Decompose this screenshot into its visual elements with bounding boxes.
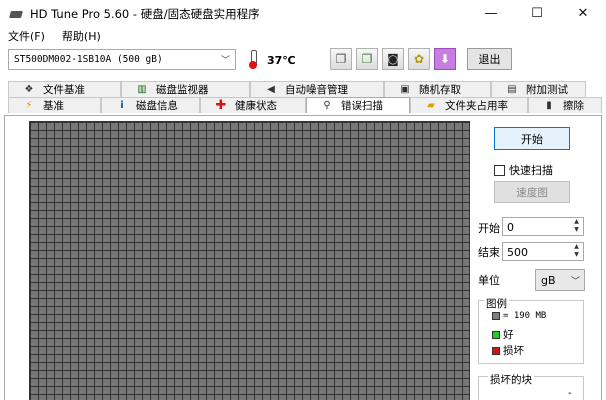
- tab-label: 错误扫描: [341, 100, 383, 112]
- tab-label: 磁盘监视器: [156, 84, 209, 96]
- unit-select[interactable]: gB ﹀: [535, 269, 585, 291]
- lightning-icon: ⚡: [25, 100, 33, 111]
- save-button[interactable]: ⬇: [434, 48, 456, 70]
- tab-disk-monitor[interactable]: ▥ 磁盘监视器: [121, 81, 250, 97]
- minimize-button[interactable]: —: [468, 0, 514, 27]
- trash-icon: ▮: [546, 100, 552, 111]
- legend-damaged-text: 损坏: [503, 345, 524, 357]
- menu-file[interactable]: 文件(F): [8, 28, 45, 44]
- end-field-value: 500: [507, 246, 528, 259]
- maximize-button[interactable]: ☐: [514, 0, 560, 27]
- title-bar: HD Tune Pro 5.60 - 硬盘/固态硬盘实用程序 — ☐ ✕: [0, 0, 606, 27]
- legend-block-size-text: = 190 MB: [503, 311, 547, 321]
- options-button[interactable]: ✿: [408, 48, 430, 70]
- extra-tests-icon: ▤: [507, 84, 517, 95]
- speaker-icon: ◀: [267, 84, 275, 95]
- tab-folder-usage[interactable]: ▰ 文件夹占用率: [410, 97, 528, 113]
- temperature-readout: 37℃: [267, 54, 296, 67]
- spin-arrows-icon[interactable]: ▲ ▼: [572, 218, 581, 235]
- tab-aam[interactable]: ◀ 自动噪音管理: [250, 81, 384, 97]
- tab-erase[interactable]: ▮ 擦除: [528, 97, 602, 113]
- quick-scan-label: 快速扫描: [509, 164, 553, 177]
- start-button[interactable]: 开始: [494, 127, 570, 150]
- end-field[interactable]: 500 ▲ ▼: [502, 242, 584, 261]
- arrow-down-icon: ⬇: [439, 52, 451, 66]
- tab-label: 磁盘信息: [136, 100, 178, 112]
- spin-arrows-icon[interactable]: ▲ ▼: [572, 243, 581, 260]
- red-swatch: [492, 346, 500, 355]
- hdtune-app-icon: [8, 6, 24, 22]
- tab-label: 擦除: [563, 100, 584, 112]
- tab-label: 随机存取: [419, 84, 461, 96]
- exit-button[interactable]: 退出: [467, 48, 512, 70]
- random-access-icon: ▣: [400, 84, 410, 95]
- drive-select-value: ST500DM002-1SB10A (500 gB): [14, 54, 163, 65]
- end-field-label: 结束: [478, 246, 500, 259]
- tab-disk-info[interactable]: i 磁盘信息: [101, 97, 200, 113]
- legend-block-size: = 190 MB: [492, 311, 546, 321]
- tab-random-access[interactable]: ▣ 随机存取: [384, 81, 491, 97]
- close-button[interactable]: ✕: [560, 0, 606, 27]
- tab-label: 文件基准: [43, 84, 85, 96]
- legend-title: 图例: [484, 296, 509, 311]
- unit-select-value: gB: [541, 274, 556, 287]
- camera-icon: ◙: [387, 52, 399, 66]
- tab-label: 自动噪音管理: [285, 84, 348, 96]
- file-benchmark-icon: ❖: [24, 84, 34, 95]
- chevron-down-icon: ﹀: [570, 277, 580, 287]
- copy-info-button[interactable]: ❐: [330, 48, 352, 70]
- quick-scan-option[interactable]: 快速扫描: [494, 162, 553, 178]
- unit-label: 单位: [478, 274, 500, 287]
- options-icon: ✿: [413, 52, 425, 66]
- folder-icon: ▰: [427, 100, 435, 111]
- drive-select[interactable]: ST500DM002-1SB10A (500 gB) ﹀: [8, 49, 236, 70]
- copy-info-icon: ❐: [335, 52, 347, 66]
- legend-damaged: 损坏: [492, 343, 524, 358]
- start-field-label: 开始: [478, 222, 500, 235]
- legend-good: 好: [492, 327, 514, 342]
- menu-help[interactable]: 帮助(H): [62, 28, 101, 44]
- copy-text-icon: ❐: [361, 52, 373, 66]
- block-map-cells: [30, 122, 469, 400]
- window-title: HD Tune Pro 5.60 - 硬盘/固态硬盘实用程序: [30, 6, 260, 21]
- tab-file-benchmark[interactable]: ❖ 文件基准: [8, 81, 121, 97]
- start-field-value: 0: [507, 221, 514, 234]
- green-swatch: [492, 330, 500, 339]
- disk-monitor-icon: ▥: [137, 84, 147, 95]
- legend-good-text: 好: [503, 329, 514, 341]
- toolbar: ST500DM002-1SB10A (500 gB) ﹀ 37℃ ❐ ❐ ◙ ✿…: [0, 45, 606, 75]
- thermometer-icon: [248, 50, 258, 70]
- start-field[interactable]: 0 ▲ ▼: [502, 217, 584, 236]
- gray-swatch: [492, 312, 500, 320]
- screenshot-button[interactable]: ◙: [382, 48, 404, 70]
- tab-health[interactable]: ✚ 健康状态: [200, 97, 306, 113]
- tab-label: 附加测试: [526, 84, 568, 96]
- quick-scan-checkbox[interactable]: [494, 164, 505, 176]
- tab-label: 健康状态: [235, 100, 277, 112]
- menu-bar: 文件(F) 帮助(H): [0, 27, 606, 45]
- info-icon: i: [120, 100, 124, 111]
- tab-error-scan[interactable]: ⚲ 错误扫描: [306, 97, 410, 113]
- tab-label: 基准: [43, 100, 64, 112]
- chevron-down-icon: ﹀: [220, 56, 230, 66]
- tab-benchmark[interactable]: ⚡ 基准: [8, 97, 101, 113]
- speed-map-button[interactable]: 速度图: [494, 181, 570, 203]
- tab-extra-tests[interactable]: ▤ 附加测试: [491, 81, 586, 97]
- copy-text-button[interactable]: ❐: [356, 48, 378, 70]
- damaged-blocks-value: -: [568, 388, 572, 399]
- block-map-grid: [29, 121, 470, 400]
- damaged-blocks-title: 损坏的块: [488, 372, 534, 387]
- magnifier-icon: ⚲: [323, 100, 331, 111]
- tab-label: 文件夹占用率: [445, 100, 508, 112]
- window-controls: — ☐ ✕: [468, 0, 606, 27]
- health-cross-icon: ✚: [215, 98, 227, 113]
